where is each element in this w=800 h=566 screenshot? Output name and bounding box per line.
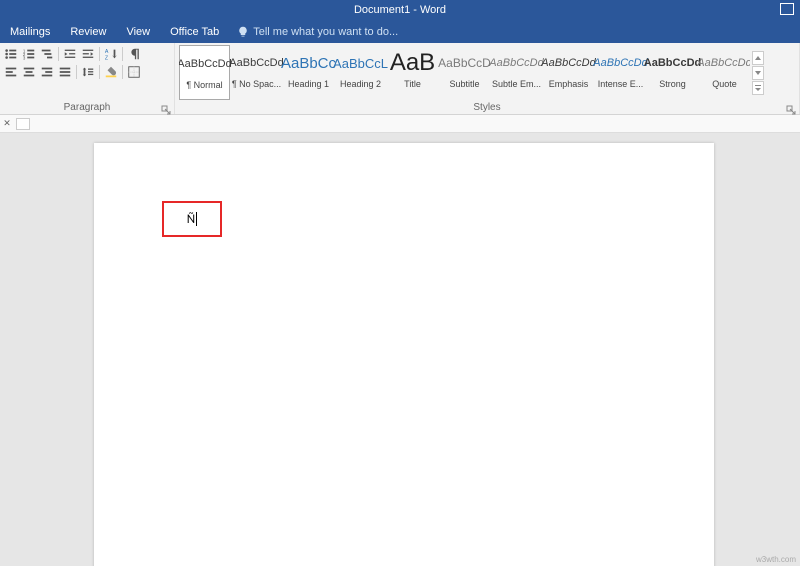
text-cursor: [196, 212, 197, 226]
style-preview: AaBbCc: [283, 47, 334, 79]
style-preview: AaBbCcD: [439, 47, 490, 79]
tab-office-tab[interactable]: Office Tab: [160, 20, 229, 43]
multilevel-list-button[interactable]: [39, 46, 55, 62]
style-preview: AaBbCcDd: [491, 47, 542, 79]
align-left-button[interactable]: [3, 64, 19, 80]
tell-me-box[interactable]: Tell me what you want to do...: [237, 26, 398, 38]
style-item-emphasis[interactable]: AaBbCcDdEmphasis: [543, 45, 594, 100]
style-label: Emphasis: [543, 79, 594, 89]
title-bar: Document1 - Word: [0, 0, 800, 20]
style-label: Strong: [647, 79, 698, 89]
align-center-button[interactable]: [21, 64, 37, 80]
document-text: Ñ: [187, 212, 195, 227]
window-restore-icon[interactable]: [780, 3, 794, 15]
lightbulb-icon: [237, 26, 249, 38]
annotation-highlight: Ñ: [162, 201, 222, 237]
styles-group-label: Styles: [175, 102, 799, 113]
watermark-text: w3wth.com: [756, 555, 796, 564]
style-item-title[interactable]: AaBTitle: [387, 45, 438, 100]
style-item-heading-2[interactable]: AaBbCcLHeading 2: [335, 45, 386, 100]
document-workspace: Ñ: [0, 133, 800, 566]
style-label: Heading 1: [283, 79, 334, 89]
style-preview: AaBbCcDd: [543, 47, 594, 79]
decrease-indent-button[interactable]: [62, 46, 78, 62]
justify-button[interactable]: [57, 64, 73, 80]
paragraph-group-label: Paragraph: [0, 102, 174, 113]
bullets-button[interactable]: [3, 46, 19, 62]
ribbon: 123 AZ Paragraph AaBbCcDd¶ NormalAaBbCcD: [0, 43, 800, 115]
style-label: Subtle Em...: [491, 79, 542, 89]
ruler-bar: ✕: [0, 115, 800, 133]
increase-indent-button[interactable]: [80, 46, 96, 62]
style-item-heading-1[interactable]: AaBbCcHeading 1: [283, 45, 334, 100]
svg-text:Z: Z: [105, 55, 109, 61]
style-label: Subtitle: [439, 79, 490, 89]
svg-text:3: 3: [23, 55, 26, 60]
styles-group: AaBbCcDd¶ NormalAaBbCcDd¶ No Spac...AaBb…: [175, 43, 800, 114]
style-preview: AaBbCcL: [335, 47, 386, 79]
style-label: Heading 2: [335, 79, 386, 89]
style-label: Quote: [699, 79, 750, 89]
close-ruler-button[interactable]: ✕: [2, 119, 12, 129]
show-paragraph-marks-button[interactable]: [126, 46, 142, 62]
tab-review[interactable]: Review: [60, 20, 116, 43]
style-item-subtitle[interactable]: AaBbCcDSubtitle: [439, 45, 490, 100]
style-item-quote[interactable]: AaBbCcDdQuote: [699, 45, 750, 100]
paragraph-group: 123 AZ Paragraph: [0, 43, 175, 114]
style-item--no-spac-[interactable]: AaBbCcDd¶ No Spac...: [231, 45, 282, 100]
style-label: Title: [387, 79, 438, 89]
ribbon-tabs: Mailings Review View Office Tab Tell me …: [0, 20, 800, 43]
styles-scroll-down[interactable]: [752, 66, 764, 80]
window-title: Document1 - Word: [354, 4, 446, 16]
tab-mailings[interactable]: Mailings: [0, 20, 60, 43]
style-item--normal[interactable]: AaBbCcDd¶ Normal: [179, 45, 230, 100]
style-preview: AaBbCcDd: [595, 47, 646, 79]
tab-view[interactable]: View: [116, 20, 160, 43]
ruler-strip[interactable]: [16, 118, 30, 130]
svg-text:A: A: [105, 49, 109, 55]
align-right-button[interactable]: [39, 64, 55, 80]
numbering-button[interactable]: 123: [21, 46, 37, 62]
style-preview: AaBbCcDd: [699, 47, 750, 79]
borders-button[interactable]: [126, 64, 142, 80]
document-page[interactable]: Ñ: [94, 143, 714, 566]
style-label: ¶ Normal: [180, 80, 229, 90]
style-item-strong[interactable]: AaBbCcDdStrong: [647, 45, 698, 100]
style-preview: AaB: [387, 47, 438, 79]
styles-expand-gallery[interactable]: [752, 81, 764, 95]
style-preview: AaBbCcDd: [231, 47, 282, 79]
styles-scroll-up[interactable]: [752, 51, 764, 65]
shading-button[interactable]: [103, 64, 119, 80]
paragraph-dialog-launcher[interactable]: [161, 102, 171, 112]
line-spacing-button[interactable]: [80, 64, 96, 80]
style-label: Intense E...: [595, 79, 646, 89]
style-item-subtle-em-[interactable]: AaBbCcDdSubtle Em...: [491, 45, 542, 100]
style-preview: AaBbCcDd: [647, 47, 698, 79]
style-preview: AaBbCcDd: [180, 48, 229, 80]
styles-dialog-launcher[interactable]: [786, 102, 796, 112]
sort-button[interactable]: AZ: [103, 46, 119, 62]
style-item-intense-e-[interactable]: AaBbCcDdIntense E...: [595, 45, 646, 100]
style-label: ¶ No Spac...: [231, 79, 282, 89]
